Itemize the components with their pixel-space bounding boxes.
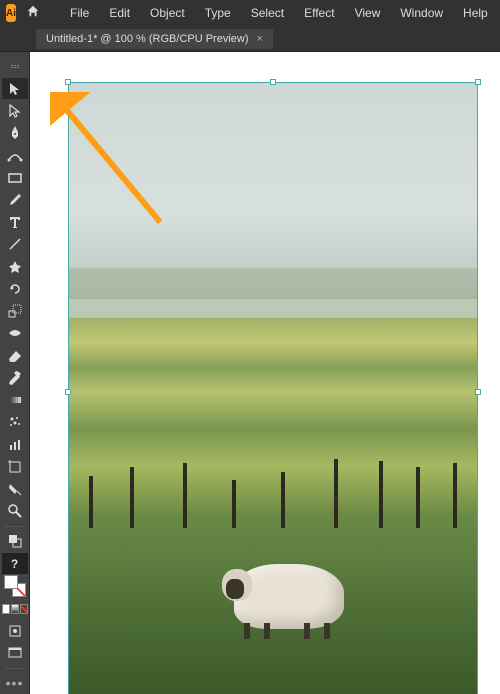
direct-selection-tool[interactable] <box>2 100 28 121</box>
workspace: ? ••• <box>0 52 500 694</box>
menu-edit[interactable]: Edit <box>101 3 138 23</box>
menu-object[interactable]: Object <box>142 3 193 23</box>
graph-tool[interactable] <box>2 434 28 455</box>
type-tool[interactable] <box>2 212 28 233</box>
draw-mode-icon[interactable] <box>2 621 28 642</box>
photo-content <box>69 83 477 694</box>
selection-handle[interactable] <box>270 79 276 85</box>
divider <box>5 526 25 527</box>
selection-tool[interactable] <box>2 78 28 99</box>
canvas[interactable] <box>30 52 500 694</box>
menu-bar: Ai File Edit Object Type Select Effect V… <box>0 0 500 26</box>
slice-tool[interactable] <box>2 478 28 499</box>
menu-view[interactable]: View <box>347 3 389 23</box>
app-logo-icon: Ai <box>6 4 16 22</box>
gradient-tool[interactable] <box>2 390 28 411</box>
panel-grip-icon[interactable] <box>2 56 28 77</box>
sheep <box>224 549 354 639</box>
home-icon[interactable] <box>20 4 46 23</box>
divider <box>5 668 25 669</box>
artboard-tool[interactable] <box>2 456 28 477</box>
color-mode-row[interactable] <box>2 598 28 619</box>
menu-file[interactable]: File <box>62 3 97 23</box>
menu-effect[interactable]: Effect <box>296 3 342 23</box>
menu-window[interactable]: Window <box>392 3 451 23</box>
selection-handle[interactable] <box>65 389 71 395</box>
help-icon[interactable]: ? <box>2 553 28 574</box>
zoom-tool[interactable] <box>2 501 28 522</box>
document-tab-bar: Untitled-1* @ 100 % (RGB/CPU Preview) × <box>0 26 500 52</box>
shape-tool[interactable] <box>2 256 28 277</box>
selection-handle[interactable] <box>475 79 481 85</box>
toggle-fill-stroke-icon[interactable] <box>2 531 28 552</box>
document-tab[interactable]: Untitled-1* @ 100 % (RGB/CPU Preview) × <box>36 29 273 49</box>
close-icon[interactable]: × <box>257 33 263 45</box>
selection-handle[interactable] <box>475 389 481 395</box>
menu-help[interactable]: Help <box>455 3 496 23</box>
selection-handle[interactable] <box>65 79 71 85</box>
menu-type[interactable]: Type <box>197 3 239 23</box>
eyedropper-tool[interactable] <box>2 367 28 388</box>
menu-select[interactable]: Select <box>243 3 292 23</box>
width-tool[interactable] <box>2 323 28 344</box>
scale-tool[interactable] <box>2 301 28 322</box>
tools-panel: ? ••• <box>0 52 30 694</box>
paintbrush-tool[interactable] <box>2 189 28 210</box>
edit-toolbar-icon[interactable]: ••• <box>2 673 28 694</box>
eraser-tool[interactable] <box>2 345 28 366</box>
rotate-tool[interactable] <box>2 278 28 299</box>
symbol-sprayer-tool[interactable] <box>2 412 28 433</box>
line-tool[interactable] <box>2 234 28 255</box>
curvature-tool[interactable] <box>2 145 28 166</box>
tab-title: Untitled-1* @ 100 % (RGB/CPU Preview) <box>46 33 249 45</box>
fill-stroke-swatch[interactable] <box>2 575 28 597</box>
placed-image[interactable] <box>68 82 478 694</box>
screen-mode-icon[interactable] <box>2 643 28 664</box>
rectangle-tool[interactable] <box>2 167 28 188</box>
pen-tool[interactable] <box>2 123 28 144</box>
